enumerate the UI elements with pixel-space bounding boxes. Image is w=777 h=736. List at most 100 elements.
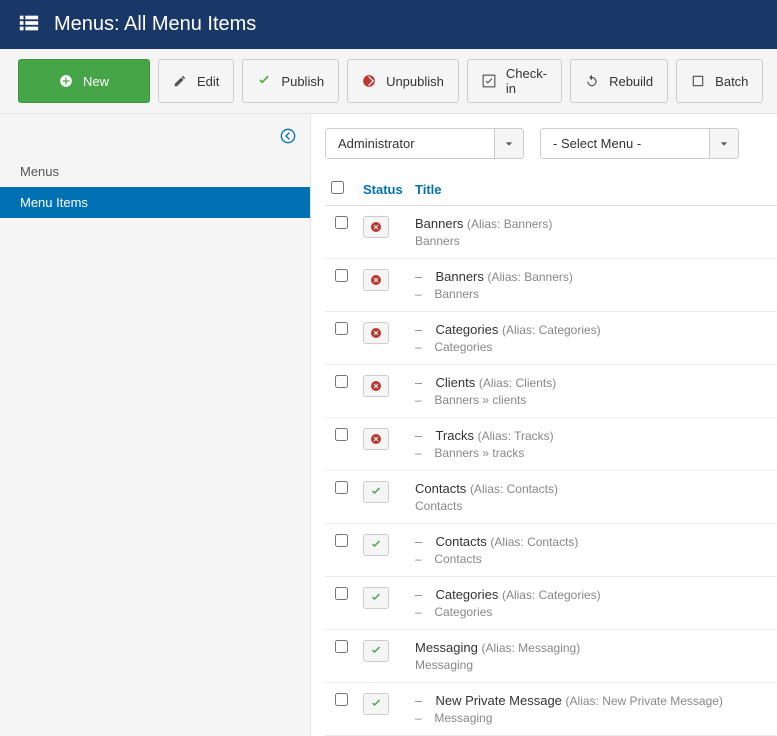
item-path: Contacts <box>415 499 462 513</box>
table-row: Messaging (Alias: Messaging)Messaging <box>325 630 777 683</box>
item-alias: (Alias: Tracks) <box>478 429 554 443</box>
item-title[interactable]: Banners <box>415 216 463 231</box>
chevron-down-icon[interactable] <box>495 128 524 159</box>
table-row: – Categories (Alias: Categories) – Catego… <box>325 577 777 630</box>
indent-dash: – <box>415 287 434 301</box>
item-alias: (Alias: Contacts) <box>490 535 578 549</box>
indent-dash: – <box>415 428 435 443</box>
client-select-value: Administrator <box>325 128 495 159</box>
checkin-button[interactable]: Check-in <box>467 59 562 103</box>
rebuild-label: Rebuild <box>609 74 653 89</box>
row-checkbox[interactable] <box>335 375 348 388</box>
unpublish-label: Unpublish <box>386 74 444 89</box>
item-title[interactable]: New Private Message <box>435 693 561 708</box>
checkbox-icon <box>482 74 496 88</box>
rebuild-button[interactable]: Rebuild <box>570 59 668 103</box>
indent-dash: – <box>415 322 435 337</box>
row-checkbox[interactable] <box>335 587 348 600</box>
client-select[interactable]: Administrator <box>325 128 524 159</box>
status-badge[interactable] <box>363 640 389 662</box>
status-badge[interactable] <box>363 216 389 238</box>
status-badge[interactable] <box>363 587 389 609</box>
menu-list-icon <box>18 12 40 37</box>
edit-button[interactable]: Edit <box>158 59 234 103</box>
table-row: – Contacts (Alias: Contacts) – Contacts <box>325 524 777 577</box>
sidebar-item[interactable]: Menus <box>0 156 310 187</box>
indent-dash: – <box>415 340 434 354</box>
row-checkbox[interactable] <box>335 322 348 335</box>
row-checkbox[interactable] <box>335 693 348 706</box>
table-row: – Categories (Alias: Categories) – Catego… <box>325 312 777 365</box>
publish-button[interactable]: Publish <box>242 59 339 103</box>
plus-icon <box>59 74 73 88</box>
item-alias: (Alias: Categories) <box>502 323 601 337</box>
status-badge[interactable] <box>363 428 389 450</box>
edit-label: Edit <box>197 74 219 89</box>
table-row: – Clients (Alias: Clients)– Banners » cl… <box>325 365 777 418</box>
item-title[interactable]: Banners <box>435 269 483 284</box>
page-header: Menus: All Menu Items <box>0 0 777 49</box>
row-checkbox[interactable] <box>335 428 348 441</box>
indent-dash: – <box>415 446 434 460</box>
refresh-icon <box>585 74 599 88</box>
status-badge[interactable] <box>363 269 389 291</box>
main-content: Administrator - Select Menu - Status Tit… <box>311 114 777 736</box>
row-checkbox[interactable] <box>335 481 348 494</box>
item-path: Categories <box>434 605 492 619</box>
table-row: – Banners (Alias: Banners) – Banners <box>325 259 777 312</box>
indent-dash: – <box>415 587 435 602</box>
check-icon <box>257 74 271 88</box>
table-row: – New Private Message (Alias: New Privat… <box>325 683 777 736</box>
indent-dash: – <box>415 605 434 619</box>
indent-dash: – <box>415 375 435 390</box>
toolbar: New Edit Publish Unpublish Check-in Rebu… <box>0 49 777 114</box>
sidebar: MenusMenu Items <box>0 114 311 736</box>
status-badge[interactable] <box>363 481 389 503</box>
item-alias: (Alias: Clients) <box>479 376 556 390</box>
item-alias: (Alias: Banners) <box>488 270 573 284</box>
batch-label: Batch <box>715 74 748 89</box>
square-icon <box>691 74 705 88</box>
row-checkbox[interactable] <box>335 640 348 653</box>
menu-select[interactable]: - Select Menu - <box>540 128 739 159</box>
item-alias: (Alias: Contacts) <box>470 482 558 496</box>
item-title[interactable]: Messaging <box>415 640 478 655</box>
item-title[interactable]: Categories <box>435 587 498 602</box>
batch-button[interactable]: Batch <box>676 59 763 103</box>
sidebar-item[interactable]: Menu Items <box>0 187 310 218</box>
status-badge[interactable] <box>363 322 389 344</box>
item-path: Messaging <box>415 658 473 672</box>
item-title[interactable]: Tracks <box>435 428 474 443</box>
menu-select-value: - Select Menu - <box>540 128 710 159</box>
row-checkbox[interactable] <box>335 269 348 282</box>
status-badge[interactable] <box>363 375 389 397</box>
item-path: Categories <box>434 340 492 354</box>
new-label: New <box>83 74 109 89</box>
checkin-label: Check-in <box>506 66 547 96</box>
row-checkbox[interactable] <box>335 534 348 547</box>
publish-label: Publish <box>281 74 324 89</box>
table-row: Banners (Alias: Banners) Banners <box>325 206 777 259</box>
unpublish-button[interactable]: Unpublish <box>347 59 459 103</box>
item-alias: (Alias: Categories) <box>502 588 601 602</box>
item-title[interactable]: Clients <box>435 375 475 390</box>
item-title[interactable]: Contacts <box>435 534 486 549</box>
item-alias: (Alias: Banners) <box>467 217 552 231</box>
status-badge[interactable] <box>363 534 389 556</box>
indent-dash: – <box>415 269 435 284</box>
collapse-sidebar-icon[interactable] <box>280 128 296 147</box>
item-title[interactable]: Categories <box>435 322 498 337</box>
chevron-down-icon[interactable] <box>710 128 739 159</box>
select-all-checkbox[interactable] <box>331 181 344 194</box>
row-checkbox[interactable] <box>335 216 348 229</box>
column-status[interactable]: Status <box>357 173 409 206</box>
item-path: Banners <box>415 234 460 248</box>
item-path: Banners <box>434 287 479 301</box>
column-title[interactable]: Title <box>409 173 777 206</box>
indent-dash: – <box>415 393 434 407</box>
new-button[interactable]: New <box>18 59 150 103</box>
item-title[interactable]: Contacts <box>415 481 466 496</box>
item-path: Contacts <box>434 552 481 566</box>
indent-dash: – <box>415 534 435 549</box>
indent-dash: – <box>415 552 434 566</box>
